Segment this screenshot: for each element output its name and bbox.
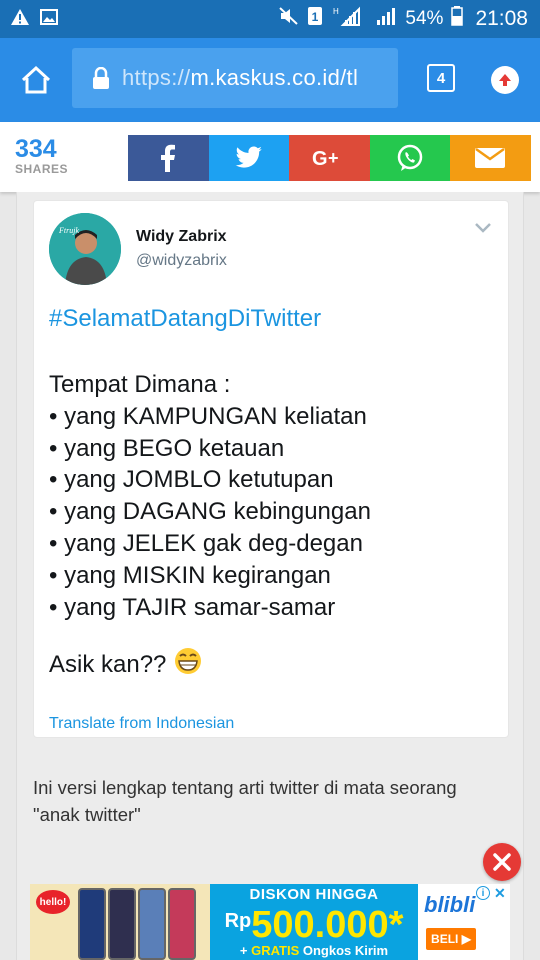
tweet-line: • yang MISKIN kegirangan <box>49 561 331 589</box>
url-scheme: https:// <box>122 65 191 90</box>
tweet-line: • yang JOMBLO ketutupan <box>49 466 334 494</box>
status-bar: 1 H 54% 21:08 <box>0 0 540 38</box>
ad-product-image: hello! <box>30 884 210 960</box>
upload-button[interactable] <box>491 66 519 94</box>
ad-dismiss-icon[interactable]: ✕ <box>494 885 506 902</box>
close-icon <box>493 853 511 871</box>
share-bar: 334 SHARES G + <box>0 122 540 192</box>
article-caption: Ini versi lengkap tentang arti twitter d… <box>33 777 457 825</box>
google-plus-share-button[interactable]: G + <box>289 135 370 181</box>
ad-sub-rest: Ongkos Kirim <box>299 943 389 958</box>
home-icon <box>21 65 51 94</box>
battery-percent: 54% <box>405 8 444 29</box>
facebook-icon <box>161 144 176 172</box>
arrow-up-icon <box>499 74 511 86</box>
grin-emoji-icon <box>174 647 202 682</box>
image-icon <box>40 8 58 31</box>
ad-brand: blibli BELI ▶ i ✕ <box>418 884 510 960</box>
url-text: https://m.kaskus.co.id/tl <box>122 65 358 91</box>
share-label: SHARES <box>15 162 69 176</box>
browser-toolbar: https://m.kaskus.co.id/tl 4 <box>0 38 540 122</box>
ad-banner[interactable]: hello! DISKON HINGGA Rp500.000* + GRATIS… <box>30 884 510 960</box>
tabs-button[interactable]: 4 <box>427 64 455 92</box>
ad-sub-plus: + <box>239 943 252 958</box>
embedded-tweet: Ftrujk Widy Zabrix @widyzabrix #SelamatD… <box>33 200 509 738</box>
tweet-line: • yang TAJIR samar-samar <box>49 593 336 621</box>
translate-link[interactable]: Translate from Indonesian <box>49 715 234 733</box>
twitter-icon <box>235 146 262 168</box>
home-button[interactable] <box>16 60 56 100</box>
tweet-line: • yang DAGANG kebingungan <box>49 498 371 526</box>
phone-image <box>168 888 196 960</box>
ad-text: DISKON HINGGA Rp500.000* + GRATIS Ongkos… <box>210 884 418 960</box>
tweet-closing: Asik kan?? <box>49 647 202 682</box>
whatsapp-share-button[interactable] <box>369 135 450 181</box>
ad-brand-right: blibli <box>424 892 476 917</box>
tweet-line: Tempat Dimana : <box>49 371 231 398</box>
chevron-down-icon[interactable] <box>474 221 492 235</box>
warning-icon <box>10 8 30 31</box>
tweet-text: Tempat Dimana : • yang KAMPUNGAN keliata… <box>49 369 371 623</box>
phone-image <box>138 888 166 960</box>
signal-icon: H <box>331 5 367 33</box>
hashtag-link[interactable]: #SelamatDatangDiTwitter <box>49 305 321 333</box>
signal-2-icon <box>375 6 397 32</box>
twitter-share-button[interactable] <box>208 135 289 181</box>
ad-headline: DISKON HINGGA <box>249 886 379 903</box>
closing-text: Asik kan?? <box>49 650 167 678</box>
article-content: Ftrujk Widy Zabrix @widyzabrix #SelamatD… <box>16 192 524 960</box>
tweet-line: • yang JELEK gak deg-degan <box>49 529 363 557</box>
mute-icon <box>279 7 299 31</box>
facebook-share-button[interactable] <box>128 135 209 181</box>
ad-subline: + GRATIS Ongkos Kirim <box>210 943 418 958</box>
tweet-line: • yang BEGO ketauan <box>49 434 285 462</box>
ad-buy-button[interactable]: BELI ▶ <box>426 928 476 950</box>
ad-amount-value: 500.000* <box>251 904 404 946</box>
phone-image <box>78 888 106 960</box>
google-plus-icon: G + <box>312 148 339 170</box>
tweet-line: • yang KAMPUNGAN keliatan <box>49 402 367 430</box>
ad-close-button[interactable] <box>483 843 521 881</box>
ad-amount: Rp500.000* <box>210 903 418 946</box>
author-handle[interactable]: @widyzabrix <box>136 252 227 270</box>
email-share-button[interactable] <box>450 135 531 181</box>
whatsapp-icon <box>397 144 422 171</box>
ad-sub-gratis: GRATIS <box>251 943 300 958</box>
phone-image <box>108 888 136 960</box>
svg-text:G: G <box>312 148 328 170</box>
author-name[interactable]: Widy Zabrix <box>136 228 227 246</box>
ad-brand-left: hello! <box>36 890 70 914</box>
email-icon <box>475 147 506 168</box>
battery-icon <box>451 6 464 32</box>
svg-text:1: 1 <box>312 10 319 24</box>
share-number: 334 <box>15 135 57 163</box>
ad-info-icon[interactable]: i <box>476 886 490 900</box>
clock: 21:08 <box>475 7 528 30</box>
url-host: m.kaskus.co.id/tl <box>190 65 359 90</box>
url-bar[interactable]: https://m.kaskus.co.id/tl <box>72 48 398 108</box>
lock-icon <box>93 67 109 89</box>
sim-icon: 1 <box>307 6 323 32</box>
share-count: 334 SHARES <box>15 136 105 176</box>
tab-count: 4 <box>436 69 446 87</box>
svg-text:+: + <box>328 148 339 168</box>
svg-text:H: H <box>333 7 339 16</box>
svg-text:Ftrujk: Ftrujk <box>58 226 79 235</box>
ad-currency: Rp <box>224 910 252 932</box>
avatar[interactable]: Ftrujk <box>49 213 121 285</box>
